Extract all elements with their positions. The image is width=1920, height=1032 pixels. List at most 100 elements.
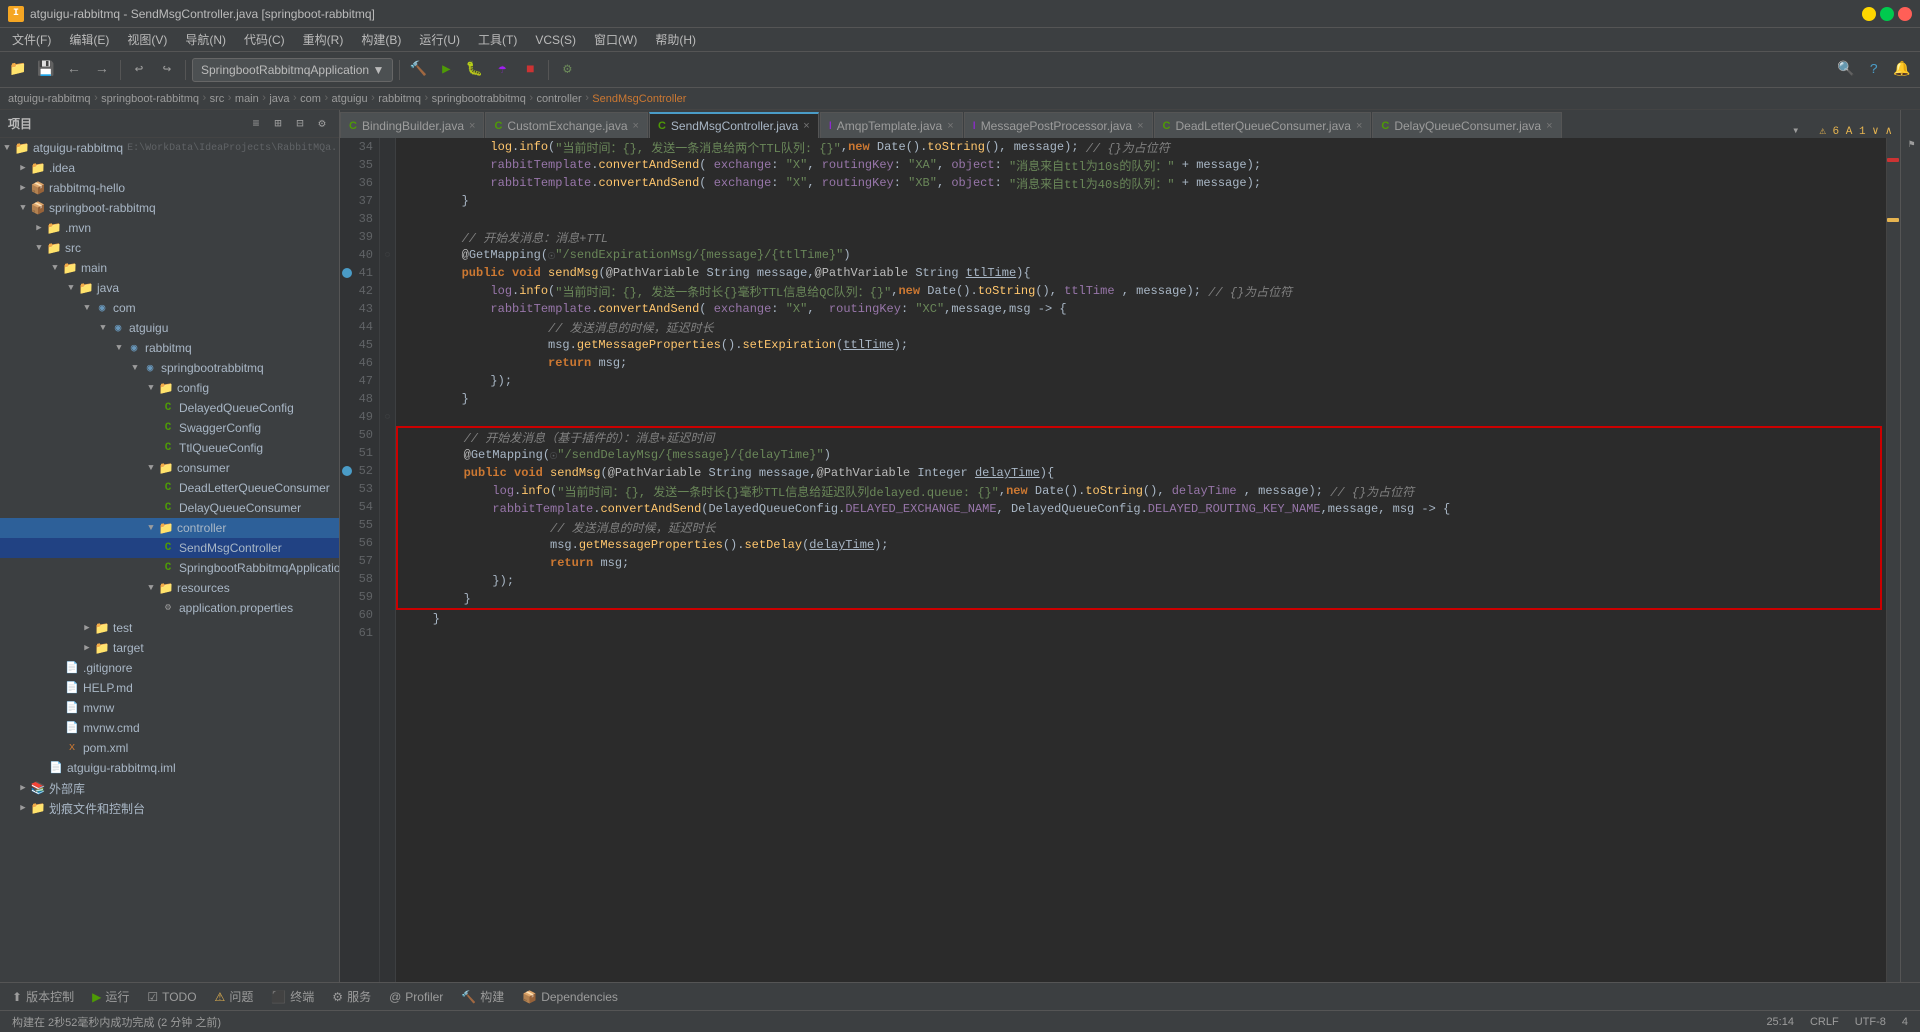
- tab-sendmsgcontroller[interactable]: C SendMsgController.java ×: [649, 112, 819, 138]
- sidebar-hide-button[interactable]: ≡: [247, 115, 265, 133]
- breadcrumb-main[interactable]: main: [235, 93, 259, 105]
- breadcrumb-controller[interactable]: controller: [536, 93, 581, 105]
- tree-consumer[interactable]: ▼ 📁 consumer: [0, 458, 339, 478]
- tree-swaggerconfig[interactable]: C SwaggerConfig: [0, 418, 339, 438]
- tree-rabbitmq[interactable]: ▼ ◉ rabbitmq: [0, 338, 339, 358]
- tree-springboot-rabbitmq[interactable]: ▼ 📦 springboot-rabbitmq: [0, 198, 339, 218]
- tree-test[interactable]: ▶ 📁 test: [0, 618, 339, 638]
- tab-delayqueueconsumer[interactable]: C DelayQueueConsumer.java ×: [1372, 112, 1561, 138]
- bottom-tab-terminal[interactable]: ⬛ 终端: [263, 986, 322, 1008]
- menu-edit[interactable]: 编辑(E): [61, 29, 117, 50]
- menu-vcs[interactable]: VCS(S): [527, 31, 584, 49]
- toolbar-undo-button[interactable]: ↩: [127, 58, 151, 82]
- help-button[interactable]: ?: [1862, 58, 1886, 82]
- tree-ttlqueueconfig[interactable]: C TtlQueueConfig: [0, 438, 339, 458]
- breadcrumb-src[interactable]: src: [210, 93, 225, 105]
- bottom-tab-services[interactable]: ⚙ 服务: [324, 986, 379, 1008]
- bottom-tab-dependencies[interactable]: 📦 Dependencies: [514, 986, 626, 1008]
- breadcrumb-module[interactable]: springboot-rabbitmq: [101, 93, 199, 105]
- tree-external-libs[interactable]: ▶ 📚 外部库: [0, 778, 339, 798]
- menu-build[interactable]: 构建(B): [353, 29, 409, 50]
- tree-resources[interactable]: ▼ 📁 resources: [0, 578, 339, 598]
- menu-view[interactable]: 视图(V): [119, 29, 175, 50]
- breadcrumb-class[interactable]: SendMsgController: [592, 93, 686, 105]
- tree-atguigu[interactable]: ▼ ◉ atguigu: [0, 318, 339, 338]
- tab-close-delayqueueconsumer[interactable]: ×: [1546, 120, 1552, 132]
- menu-navigate[interactable]: 导航(N): [177, 29, 234, 50]
- toolbar-debug-button[interactable]: 🐛: [462, 58, 486, 82]
- tree-idea[interactable]: ▶ 📁 .idea: [0, 158, 339, 178]
- tree-scratches[interactable]: ▶ 📁 划痕文件和控制台: [0, 798, 339, 818]
- tree-controller[interactable]: ▼ 📁 controller: [0, 518, 339, 538]
- tab-close-deadletterconsumer[interactable]: ×: [1356, 120, 1362, 132]
- tree-mvnwcmd[interactable]: 📄 mvnw.cmd: [0, 718, 339, 738]
- tree-iml[interactable]: 📄 atguigu-rabbitmq.iml: [0, 758, 339, 778]
- menu-help[interactable]: 帮助(H): [647, 29, 704, 50]
- breadcrumb-project[interactable]: atguigu-rabbitmq: [8, 93, 91, 105]
- bottom-tab-problems[interactable]: ⚠ 问题: [207, 986, 262, 1008]
- status-position[interactable]: 25:14: [1762, 1016, 1798, 1028]
- tree-com[interactable]: ▼ ◉ com: [0, 298, 339, 318]
- breadcrumb-atguigu[interactable]: atguigu: [332, 93, 368, 105]
- status-encoding[interactable]: UTF-8: [1851, 1016, 1890, 1028]
- tree-delayedqueueconfig[interactable]: C DelayedQueueConfig: [0, 398, 339, 418]
- tree-appprops[interactable]: ⚙ application.properties: [0, 598, 339, 618]
- notifications-button[interactable]: 🔔: [1890, 58, 1914, 82]
- tree-pomxml[interactable]: x pom.xml: [0, 738, 339, 758]
- bottom-tab-versioncontrol[interactable]: ⬆ 版本控制: [4, 986, 82, 1008]
- tree-helpmd[interactable]: 📄 HELP.md: [0, 678, 339, 698]
- tree-root[interactable]: ▼ 📁 atguigu-rabbitmq E:\WorkData\IdeaPro…: [0, 138, 339, 158]
- tab-customexchange[interactable]: C CustomExchange.java ×: [485, 112, 647, 138]
- breadcrumb-java[interactable]: java: [269, 93, 289, 105]
- toolbar-forward-button[interactable]: →: [90, 58, 114, 82]
- tree-java[interactable]: ▼ 📁 java: [0, 278, 339, 298]
- menu-refactor[interactable]: 重构(R): [295, 29, 352, 50]
- sidebar-collapse-button[interactable]: ⊟: [291, 115, 309, 133]
- tree-gitignore[interactable]: 📄 .gitignore: [0, 658, 339, 678]
- tree-delayqueueconsumer[interactable]: C DelayQueueConsumer: [0, 498, 339, 518]
- tab-close-messagepostprocessor[interactable]: ×: [1137, 120, 1143, 132]
- bottom-tab-run[interactable]: ▶ 运行: [84, 986, 137, 1008]
- breadcrumb-rabbitmq[interactable]: rabbitmq: [378, 93, 421, 105]
- toolbar-open-button[interactable]: 📁: [6, 58, 30, 82]
- tree-main[interactable]: ▼ 📁 main: [0, 258, 339, 278]
- run-config-dropdown[interactable]: SpringbootRabbitmqApplication ▼: [192, 58, 393, 82]
- code-lines[interactable]: log.info("当前时间：{}, 发送一条消息给两个TTL队列: {}",n…: [396, 138, 1886, 982]
- toolbar-back-button[interactable]: ←: [62, 58, 86, 82]
- maximize-button[interactable]: [1880, 7, 1894, 21]
- tab-deadletterconsumer[interactable]: C DeadLetterQueueConsumer.java ×: [1154, 112, 1372, 138]
- tab-amqptemplate[interactable]: I AmqpTemplate.java ×: [820, 112, 963, 138]
- breadcrumb-springbootrabbitmq[interactable]: springbootrabbitmq: [432, 93, 526, 105]
- tab-messagepostprocessor[interactable]: I MessagePostProcessor.java ×: [964, 112, 1153, 138]
- tree-target[interactable]: ▶ 📁 target: [0, 638, 339, 658]
- minimize-button[interactable]: [1862, 7, 1876, 21]
- tab-close-amqptemplate[interactable]: ×: [947, 120, 953, 132]
- menu-code[interactable]: 代码(C): [236, 29, 293, 50]
- toolbar-build-button[interactable]: 🔨: [406, 58, 430, 82]
- tree-springbootrabbitmq[interactable]: ▼ ◉ springbootrabbitmq: [0, 358, 339, 378]
- menu-window[interactable]: 窗口(W): [586, 29, 645, 50]
- tab-overflow[interactable]: ▾: [1784, 123, 1807, 138]
- tab-close-bindingbuilder[interactable]: ×: [469, 120, 475, 132]
- sidebar-settings-button[interactable]: ⚙: [313, 115, 331, 133]
- tree-mvnw[interactable]: 📄 mvnw: [0, 698, 339, 718]
- bottom-tab-build[interactable]: 🔨 构建: [453, 986, 512, 1008]
- menu-file[interactable]: 文件(F): [4, 29, 59, 50]
- bottom-tab-todo[interactable]: ☑ TODO: [139, 986, 204, 1008]
- status-indent[interactable]: 4: [1898, 1016, 1912, 1028]
- tab-close-sendmsgcontroller[interactable]: ×: [803, 120, 809, 132]
- tree-mvn[interactable]: ▶ 📁 .mvn: [0, 218, 339, 238]
- fold-51[interactable]: ◌: [380, 408, 395, 426]
- toolbar-run-button[interactable]: ▶: [434, 58, 458, 82]
- close-button[interactable]: [1898, 7, 1912, 21]
- tree-src[interactable]: ▼ 📁 src: [0, 238, 339, 258]
- warnings-badge[interactable]: ⚠ 6 A 1 ∨ ∧: [1811, 124, 1900, 138]
- tree-config[interactable]: ▼ 📁 config: [0, 378, 339, 398]
- status-lineending[interactable]: CRLF: [1806, 1016, 1843, 1028]
- toolbar-stop-button[interactable]: ■: [518, 58, 542, 82]
- toolbar-settings-button[interactable]: ⚙: [555, 58, 579, 82]
- side-icon-notifications[interactable]: ⚑: [1901, 114, 1920, 174]
- tab-close-customexchange[interactable]: ×: [633, 120, 639, 132]
- fold-40[interactable]: ◌: [380, 246, 395, 264]
- tree-deadletterconsumer[interactable]: C DeadLetterQueueConsumer: [0, 478, 339, 498]
